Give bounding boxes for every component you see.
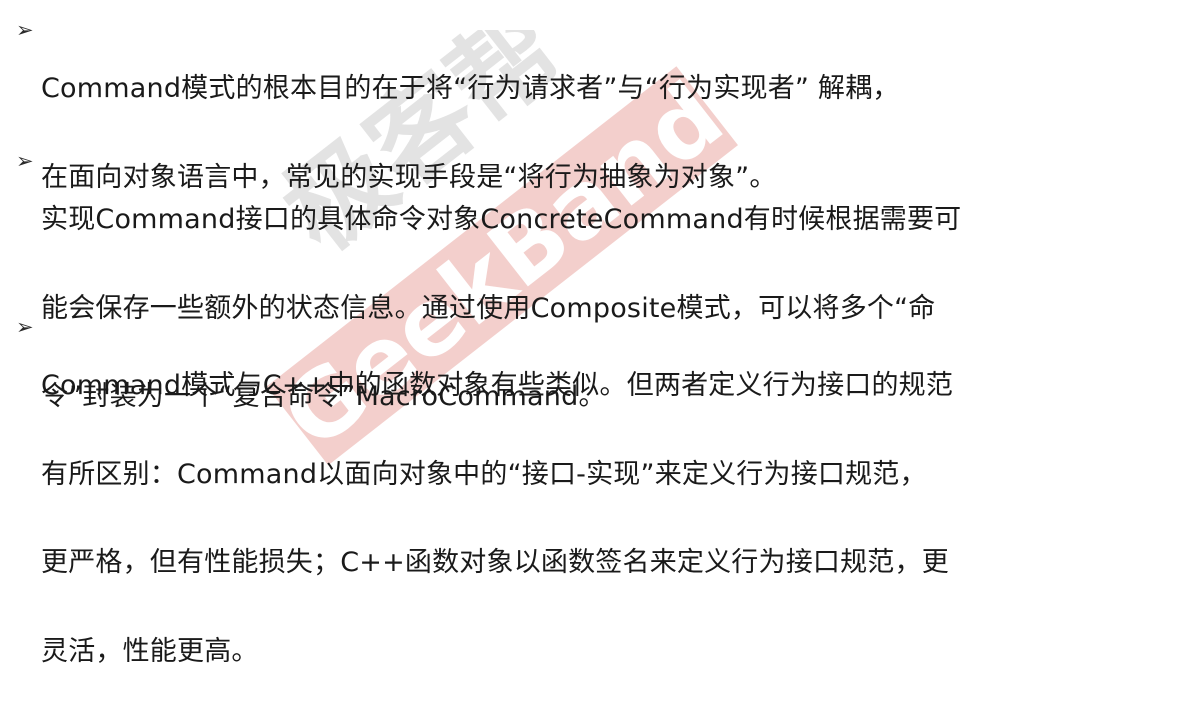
text-line: 更严格，但有性能损失；C++函数对象以函数签名来定义行为接口规范，更	[41, 547, 949, 578]
bullet-point-3: ➢ Command模式与C++中的函数对象有些类似。但两者定义行为接口的规范 有…	[16, 312, 1166, 725]
text-line: Command模式与C++中的函数对象有些类似。但两者定义行为接口的规范	[41, 370, 954, 401]
text-line: 有所区别：Command以面向对象中的“接口-实现”来定义行为接口规范，	[41, 458, 927, 490]
text-line: 灵活，性能更高。	[41, 635, 259, 667]
text-line: Command模式的根本目的在于将“行为请求者”与“行为实现者” 解耦，	[41, 73, 900, 104]
arrow-bullet-icon: ➢	[16, 18, 34, 42]
arrow-bullet-icon: ➢	[16, 149, 34, 173]
text-line: 实现Command接口的具体命令对象ConcreteCommand有时候根据需要…	[41, 204, 962, 235]
arrow-bullet-icon: ➢	[16, 315, 34, 339]
slide: { "points": [ { "bullet": "➢", "lines": …	[0, 0, 1184, 666]
bullet-text: Command模式与C++中的函数对象有些类似。但两者定义行为接口的规范 有所区…	[41, 312, 953, 725]
